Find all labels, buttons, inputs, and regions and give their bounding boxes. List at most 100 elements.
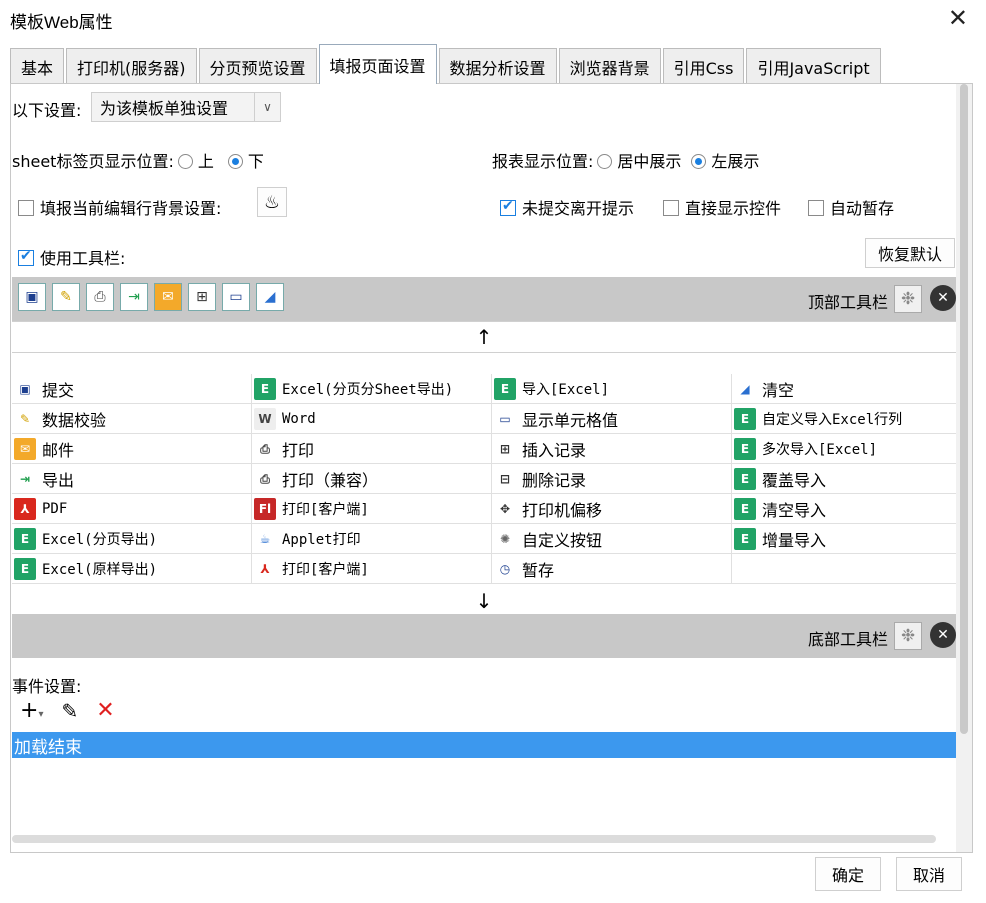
- report-pos-label: 报表显示位置:: [492, 152, 594, 171]
- tab-7[interactable]: 引用JavaScript: [746, 48, 881, 84]
- tab-6[interactable]: 引用Css: [662, 48, 745, 84]
- button-option[interactable]: ◷ 暂存: [492, 554, 732, 584]
- button-option[interactable]: ⊟ 删除记录: [492, 464, 732, 494]
- radio-report-left[interactable]: [691, 154, 707, 169]
- button-option[interactable]: ⅄ PDF: [12, 494, 252, 524]
- cancel-button[interactable]: 取消: [896, 857, 962, 891]
- tab-5[interactable]: 浏览器背景: [558, 48, 661, 84]
- button-option[interactable]: E Excel(分页分Sheet导出): [252, 374, 492, 404]
- button-option[interactable]: ⎙ 打印: [252, 434, 492, 464]
- radio-sheet-bottom[interactable]: [227, 154, 243, 169]
- move-up-button[interactable]: ↑: [12, 322, 956, 352]
- restore-default-button[interactable]: 恢复默认: [865, 238, 955, 268]
- scope-select[interactable]: 为该模板单独设置 ∨: [91, 92, 281, 122]
- button-row: ✎ 数据校验 W Word ▭ 显示单元格值 E 自定义导入Excel行列: [12, 404, 956, 434]
- button-option-label: 插入记录: [522, 441, 587, 460]
- horizontal-scrollbar[interactable]: [12, 832, 936, 846]
- autosave-checkbox[interactable]: [808, 200, 824, 216]
- verify-icon[interactable]: ✎: [52, 283, 80, 311]
- chevron-down-icon[interactable]: ∨: [254, 93, 280, 121]
- button-option: [732, 554, 956, 584]
- direct-show-checkbox[interactable]: [663, 200, 679, 216]
- button-option-label: Excel(分页分Sheet导出): [282, 382, 454, 398]
- close-icon[interactable]: ✕: [930, 285, 956, 311]
- button-row: ⅄ PDF Fl 打印[客户端] ✥ 打印机偏移 E 清空导入: [12, 494, 956, 524]
- insert-row-icon: ⊞: [494, 438, 516, 460]
- radio-report-center[interactable]: [597, 154, 613, 169]
- button-option[interactable]: ◢ 清空: [732, 374, 956, 404]
- button-option[interactable]: ⅄ 打印[客户端]: [252, 554, 492, 584]
- mail-icon: ✉: [14, 438, 36, 460]
- bottom-toolbar: 底部工具栏 ❉ ✕: [12, 614, 956, 658]
- cell-value-icon[interactable]: ▭: [222, 283, 250, 311]
- button-option[interactable]: ⊞ 插入记录: [492, 434, 732, 464]
- row-bg-checkbox[interactable]: [18, 200, 34, 216]
- ok-button[interactable]: 确定: [815, 857, 881, 891]
- row-bg-group: 填报当前编辑行背景设置:: [18, 195, 221, 219]
- button-row: E Excel(分页导出) ☕ Applet打印 ✺ 自定义按钮 E 增量导入: [12, 524, 956, 554]
- button-option[interactable]: E Excel(分页导出): [12, 524, 252, 554]
- paint-bucket-icon[interactable]: ♨: [257, 187, 287, 217]
- move-down-button[interactable]: ↓: [12, 586, 956, 616]
- export-icon[interactable]: ⇥: [120, 283, 148, 311]
- button-option[interactable]: ✺ 自定义按钮: [492, 524, 732, 554]
- button-option[interactable]: ⎙ 打印（兼容）: [252, 464, 492, 494]
- button-option[interactable]: E 清空导入: [732, 494, 956, 524]
- button-option[interactable]: E 增量导入: [732, 524, 956, 554]
- unsubmitted-checkbox[interactable]: [500, 198, 516, 216]
- arrow-up-icon[interactable]: ↑: [476, 325, 493, 349]
- button-option[interactable]: ✥ 打印机偏移: [492, 494, 732, 524]
- button-option[interactable]: ⇥ 导出: [12, 464, 252, 494]
- button-option-label: 暂存: [522, 561, 555, 580]
- close-icon[interactable]: ✕: [930, 622, 956, 648]
- use-toolbar-checkbox[interactable]: [18, 248, 34, 266]
- button-option[interactable]: E 导入[Excel]: [492, 374, 732, 404]
- gear-icon[interactable]: ❉: [894, 622, 922, 650]
- print-icon: ⎙: [254, 468, 276, 490]
- vertical-scrollbar[interactable]: [956, 84, 972, 852]
- button-option-label: 多次导入[Excel]: [762, 442, 878, 458]
- button-option[interactable]: ▣ 提交: [12, 374, 252, 404]
- save-icon[interactable]: ▣: [18, 283, 46, 311]
- insert-row-icon[interactable]: ⊞: [188, 283, 216, 311]
- tab-1[interactable]: 打印机(服务器): [66, 48, 197, 84]
- tab-0[interactable]: 基本: [10, 48, 65, 84]
- add-icon[interactable]: +▾: [20, 698, 43, 723]
- horizontal-scroll-thumb[interactable]: [12, 835, 936, 843]
- tab-2[interactable]: 分页预览设置: [198, 48, 317, 84]
- excel-icon: E: [14, 558, 36, 580]
- tab-4[interactable]: 数据分析设置: [438, 48, 557, 84]
- button-option[interactable]: ▭ 显示单元格值: [492, 404, 732, 434]
- verify-icon: ✎: [14, 408, 36, 430]
- button-option[interactable]: ☕ Applet打印: [252, 524, 492, 554]
- event-list-item[interactable]: 加载结束: [12, 732, 956, 758]
- edit-icon[interactable]: ✎: [61, 699, 78, 723]
- print-icon[interactable]: ⎙: [86, 283, 114, 311]
- button-option[interactable]: E Excel(原样导出): [12, 554, 252, 584]
- scope-select-value: 为该模板单独设置: [100, 99, 229, 118]
- radio-sheet-top[interactable]: [177, 154, 193, 169]
- button-option-label: 覆盖导入: [762, 471, 827, 490]
- button-option[interactable]: E 多次导入[Excel]: [732, 434, 956, 464]
- button-option-label: 打印: [282, 441, 315, 460]
- button-option[interactable]: E 覆盖导入: [732, 464, 956, 494]
- button-option-label: Excel(分页导出): [42, 532, 158, 548]
- mail-icon[interactable]: ✉: [154, 283, 182, 311]
- button-option-label: 自定义按钮: [522, 531, 603, 550]
- button-option[interactable]: ✎ 数据校验: [12, 404, 252, 434]
- arrow-down-icon[interactable]: ↓: [476, 589, 493, 613]
- tab-3[interactable]: 填报页面设置: [318, 44, 437, 84]
- button-option[interactable]: ✉ 邮件: [12, 434, 252, 464]
- excel-icon: E: [254, 378, 276, 400]
- button-option[interactable]: W Word: [252, 404, 492, 434]
- close-icon[interactable]: ✕: [948, 4, 968, 32]
- unsubmitted-label: 未提交离开提示: [522, 199, 635, 218]
- vertical-scroll-thumb[interactable]: [960, 84, 968, 734]
- button-option[interactable]: Fl 打印[客户端]: [252, 494, 492, 524]
- delete-icon[interactable]: ✕: [96, 698, 114, 723]
- bottom-toolbar-label: 底部工具栏: [807, 630, 888, 649]
- clear-icon[interactable]: ◢: [256, 283, 284, 311]
- export-icon: ⇥: [14, 468, 36, 490]
- gear-icon[interactable]: ❉: [894, 285, 922, 313]
- button-option[interactable]: E 自定义导入Excel行列: [732, 404, 956, 434]
